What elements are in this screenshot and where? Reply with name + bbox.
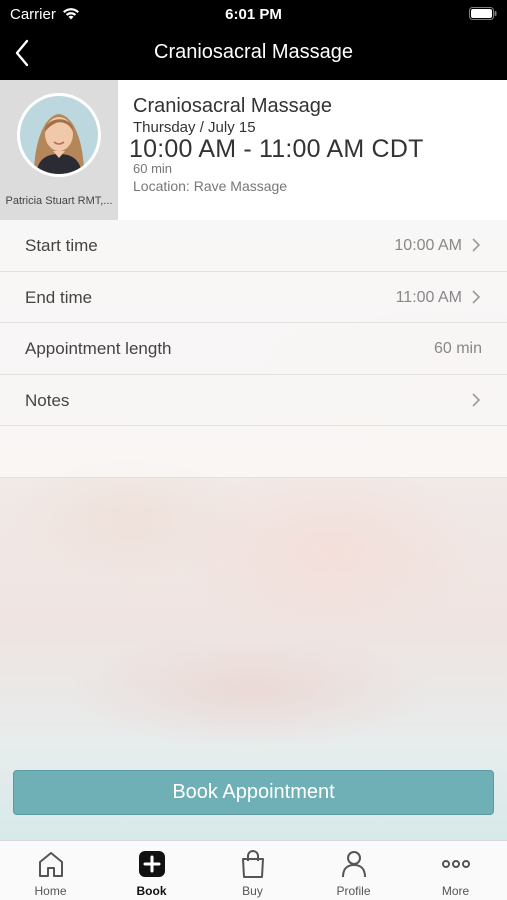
staff-panel[interactable]: Patricia Stuart RMT,... xyxy=(0,80,118,220)
service-date: Thursday / July 15 xyxy=(133,119,256,136)
end-time-row[interactable]: End time 11:00 AM xyxy=(0,271,507,323)
service-location: Location: Rave Massage xyxy=(133,178,288,194)
row-label: Notes xyxy=(25,390,70,410)
page-title: Craniosacral Massage xyxy=(154,41,353,63)
empty-row xyxy=(0,426,507,478)
shopping-bag-icon xyxy=(241,850,264,878)
service-title: Craniosacral Massage xyxy=(133,95,332,117)
service-time-range: 10:00 AM - 11:00 AM CDT xyxy=(129,135,424,163)
clock: 6:01 PM xyxy=(225,6,282,23)
person-icon xyxy=(341,851,366,878)
row-label: Appointment length xyxy=(25,339,172,358)
tab-label: Profile xyxy=(336,884,371,898)
tab-label: Buy xyxy=(242,884,263,898)
tab-profile[interactable]: Profile xyxy=(303,841,404,900)
book-appointment-button[interactable]: Book Appointment xyxy=(13,770,494,815)
staff-name: Patricia Stuart RMT,... xyxy=(5,195,113,207)
chevron-right-icon xyxy=(472,392,481,407)
chevron-right-icon xyxy=(472,238,481,252)
notes-row[interactable]: Notes xyxy=(0,374,507,426)
row-label: End time xyxy=(25,287,93,307)
chevron-right-icon xyxy=(472,289,481,304)
appointment-header: Patricia Stuart RMT,... Craniosacral Mas… xyxy=(0,80,507,220)
tab-bar: Home Book Buy Profile More xyxy=(0,840,507,900)
tab-label: Book xyxy=(136,884,167,898)
appointment-length-row: Appointment length 60 min xyxy=(0,323,507,375)
nav-bar: Craniosacral Massage xyxy=(0,28,507,80)
tab-book[interactable]: Book xyxy=(101,841,202,900)
status-bar: Carrier 6:01 PM xyxy=(0,0,507,28)
start-time-row[interactable]: Start time 10:00 AM xyxy=(0,220,507,272)
staff-avatar xyxy=(17,93,101,177)
appointment-details: Start time 10:00 AM End time 11:00 AM Ap… xyxy=(0,220,507,478)
tab-label: More xyxy=(441,884,470,898)
book-plus-icon xyxy=(138,851,165,877)
staff-photo xyxy=(20,96,98,174)
row-label: Start time xyxy=(25,236,98,255)
tab-buy[interactable]: Buy xyxy=(202,841,303,900)
tab-more[interactable]: More xyxy=(405,841,506,900)
tab-home[interactable]: Home xyxy=(0,841,101,900)
more-dots-icon xyxy=(441,860,470,868)
row-value: 11:00 AM xyxy=(395,288,462,306)
home-icon xyxy=(38,852,63,877)
service-duration: 60 min xyxy=(133,161,173,176)
battery-icon xyxy=(469,7,497,20)
row-value: 10:00 AM xyxy=(394,237,462,254)
row-value: 60 min xyxy=(433,340,482,357)
tab-label: Home xyxy=(34,884,67,898)
